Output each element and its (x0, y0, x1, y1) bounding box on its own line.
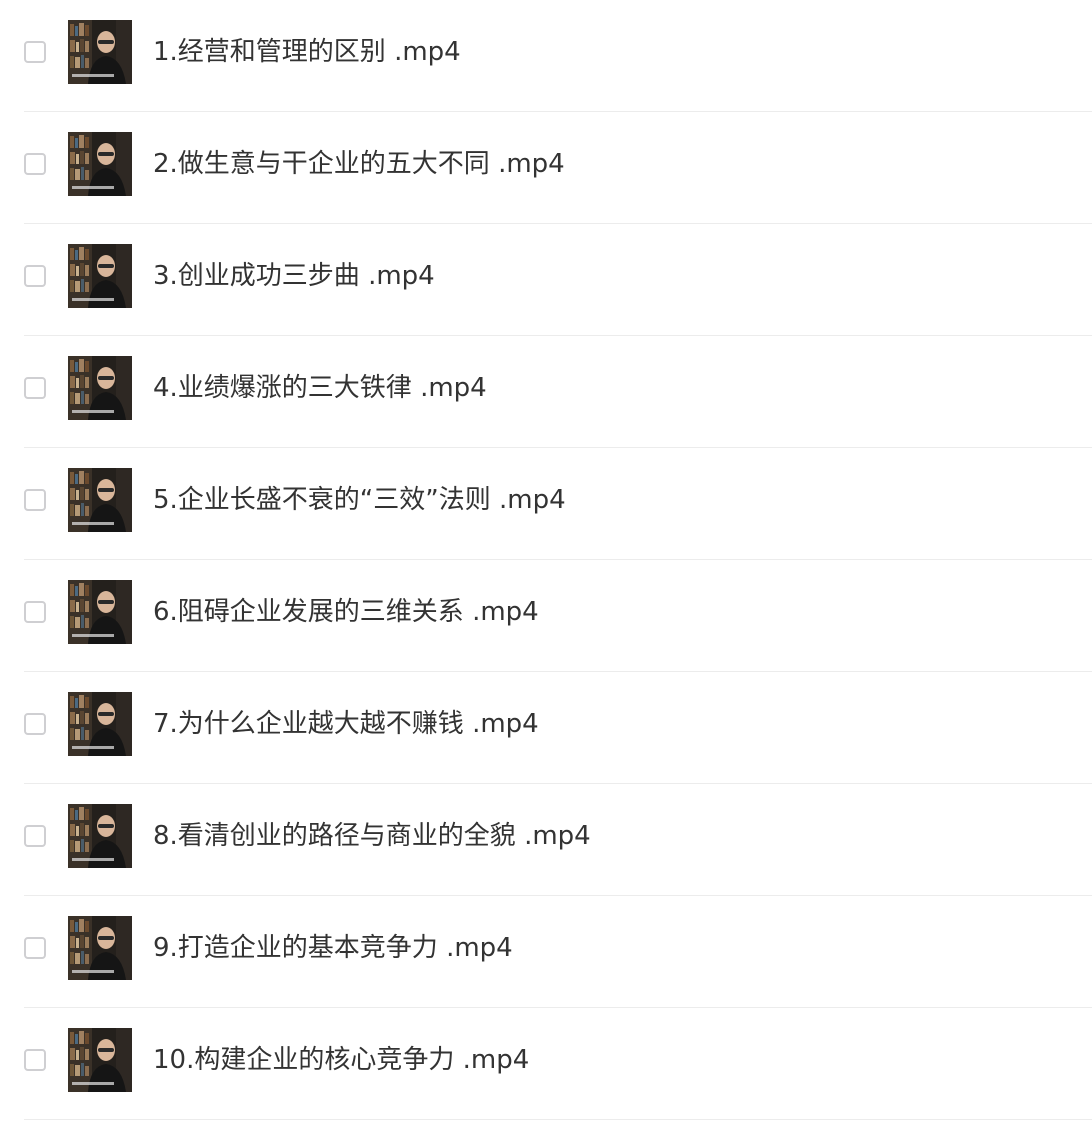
file-name[interactable]: 2.做生意与干企业的五大不同 .mp4 (153, 146, 565, 182)
file-row[interactable]: 2.做生意与干企业的五大不同 .mp4 (24, 112, 1092, 224)
file-row[interactable]: 10.构建企业的核心竞争力 .mp4 (24, 1008, 1092, 1120)
video-thumbnail-icon[interactable] (68, 356, 132, 420)
video-thumbnail-icon[interactable] (68, 20, 132, 84)
select-checkbox[interactable] (24, 377, 46, 399)
file-name[interactable]: 5.企业长盛不衰的“三效”法则 .mp4 (153, 482, 566, 518)
file-row[interactable]: 8.看清创业的路径与商业的全貌 .mp4 (24, 784, 1092, 896)
select-checkbox[interactable] (24, 1049, 46, 1071)
select-checkbox[interactable] (24, 713, 46, 735)
video-thumbnail-icon[interactable] (68, 692, 132, 756)
select-checkbox[interactable] (24, 825, 46, 847)
video-thumbnail-icon[interactable] (68, 580, 132, 644)
select-checkbox[interactable] (24, 601, 46, 623)
video-thumbnail-icon[interactable] (68, 468, 132, 532)
select-checkbox[interactable] (24, 41, 46, 63)
video-thumbnail-icon[interactable] (68, 1028, 132, 1092)
file-name[interactable]: 9.打造企业的基本竞争力 .mp4 (153, 930, 513, 966)
file-row[interactable]: 9.打造企业的基本竞争力 .mp4 (24, 896, 1092, 1008)
file-row[interactable]: 3.创业成功三步曲 .mp4 (24, 224, 1092, 336)
file-name[interactable]: 4.业绩爆涨的三大铁律 .mp4 (153, 370, 487, 406)
file-name[interactable]: 1.经营和管理的区别 .mp4 (153, 34, 461, 70)
file-name[interactable]: 3.创业成功三步曲 .mp4 (153, 258, 435, 294)
select-checkbox[interactable] (24, 153, 46, 175)
file-name[interactable]: 10.构建企业的核心竞争力 .mp4 (153, 1042, 529, 1078)
select-checkbox[interactable] (24, 937, 46, 959)
video-thumbnail-icon[interactable] (68, 132, 132, 196)
file-row[interactable]: 4.业绩爆涨的三大铁律 .mp4 (24, 336, 1092, 448)
file-row[interactable]: 7.为什么企业越大越不赚钱 .mp4 (24, 672, 1092, 784)
file-row[interactable]: 1.经营和管理的区别 .mp4 (24, 0, 1092, 112)
file-name[interactable]: 6.阻碍企业发展的三维关系 .mp4 (153, 594, 539, 630)
video-thumbnail-icon[interactable] (68, 244, 132, 308)
select-checkbox[interactable] (24, 265, 46, 287)
file-name[interactable]: 8.看清创业的路径与商业的全貌 .mp4 (153, 818, 591, 854)
select-checkbox[interactable] (24, 489, 46, 511)
video-file-list: 1.经营和管理的区别 .mp4 2.做生意与干企业的五大不同 .mp4 3.创业… (0, 0, 1092, 1128)
file-row[interactable]: 5.企业长盛不衰的“三效”法则 .mp4 (24, 448, 1092, 560)
video-thumbnail-icon[interactable] (68, 804, 132, 868)
video-thumbnail-icon[interactable] (68, 916, 132, 980)
file-name[interactable]: 7.为什么企业越大越不赚钱 .mp4 (153, 706, 539, 742)
file-row[interactable]: 6.阻碍企业发展的三维关系 .mp4 (24, 560, 1092, 672)
